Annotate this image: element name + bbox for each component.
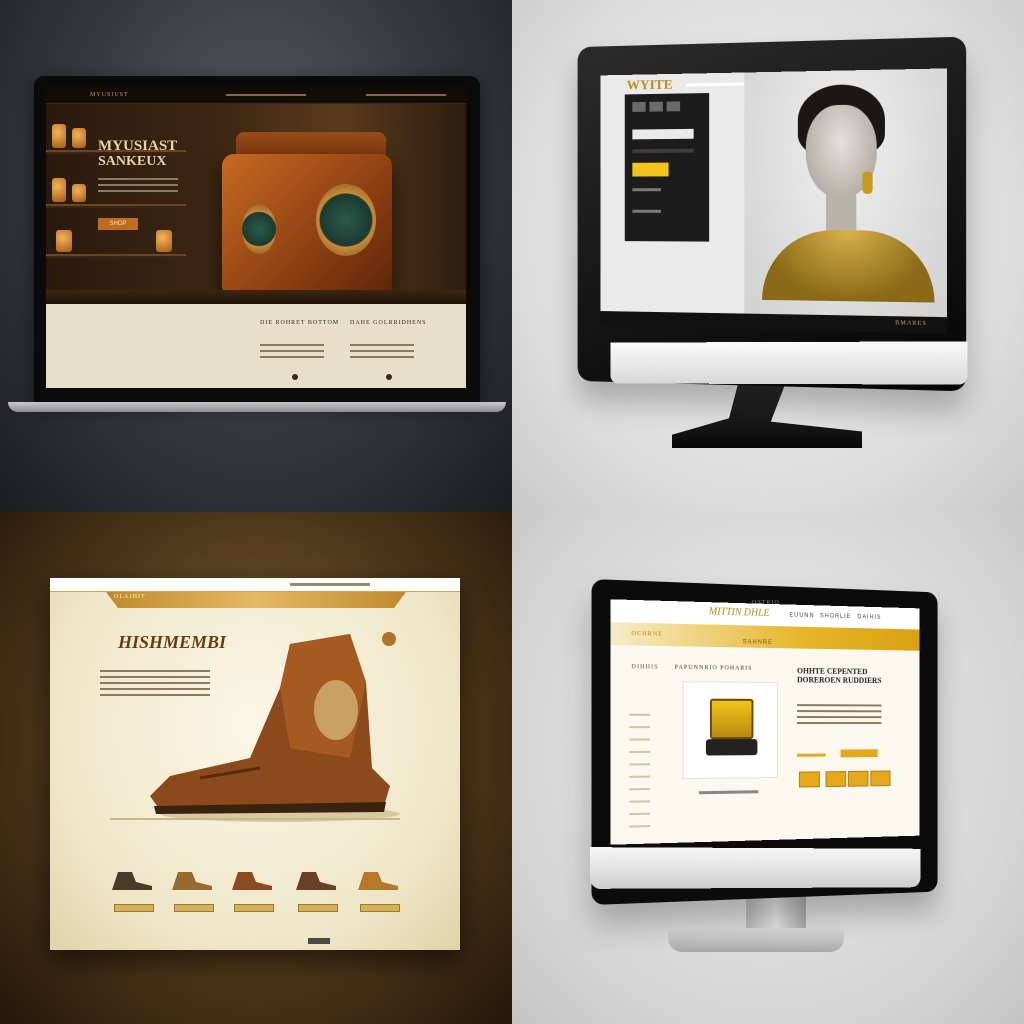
monitor-fashion-mockup: WYITE BMARES	[512, 0, 1024, 512]
option-button[interactable]	[848, 771, 868, 787]
panel-divider	[632, 149, 693, 153]
detail-title: OHHTE CEPENTED DOREROEN RUDDIERS	[797, 666, 909, 685]
browser-top-bar	[50, 578, 460, 592]
footer-brand[interactable]: BMARES	[895, 320, 927, 327]
product-image-card[interactable]	[683, 681, 778, 779]
category-list[interactable]	[629, 703, 650, 827]
shelf	[46, 204, 186, 208]
price-tag[interactable]	[114, 904, 154, 912]
banner-label: OLAJHIT	[114, 594, 146, 600]
option-button[interactable]	[870, 771, 890, 787]
jar-decoration	[156, 230, 172, 252]
wood-table	[46, 290, 466, 304]
monitor-foot	[668, 928, 844, 952]
laptop-base	[8, 402, 506, 412]
jar-decoration	[52, 124, 66, 148]
monitor-screen: MITTIN DHLE EUUNN SHORLIE DAIHIS OCHRNE …	[611, 599, 920, 844]
pagination-button[interactable]	[308, 938, 330, 944]
brand-name[interactable]: MITTIN DHLE	[709, 606, 770, 619]
add-to-cart-button[interactable]	[841, 749, 878, 757]
laptop-screen: MYUSIUST MYUSIAST SANKEUX SHOP DIE ROHRE…	[46, 86, 466, 388]
jar-decoration	[72, 128, 86, 148]
monitor-product-mockup: OSTRIO MITTIN DHLE EUUNN SHORLIE DAIHIS …	[512, 512, 1024, 1024]
price-line	[797, 754, 826, 757]
price-tag[interactable]	[360, 904, 400, 912]
hero-title-line1: MYUSIAST	[98, 138, 177, 154]
product-device-base	[706, 739, 757, 755]
info-col2-text	[350, 344, 414, 362]
tagline: OCHRNE	[631, 631, 663, 638]
product-device-screen	[710, 699, 754, 740]
option-button[interactable]	[799, 771, 820, 787]
top-nav-links[interactable]	[290, 583, 370, 586]
section-label: DIHHIS	[631, 664, 658, 671]
panel-input[interactable]	[632, 129, 693, 139]
gold-garment	[762, 230, 935, 303]
product-shoe-image[interactable]	[356, 868, 400, 892]
login-panel	[625, 93, 709, 242]
detail-title-line2: DOREROEN RUDDIERS	[797, 675, 909, 685]
sub-bar-label: SAHNRE	[743, 639, 773, 646]
monitor-chin	[611, 341, 968, 384]
product-title: PAPUNNRIO POHARIS	[675, 665, 753, 672]
info-dot-icon	[386, 374, 392, 380]
laptop-leather-store-mockup: MYUSIUST MYUSIAST SANKEUX SHOP DIE ROHRE…	[0, 0, 512, 512]
nav-links-right[interactable]	[366, 94, 446, 96]
model-portrait-image	[744, 68, 947, 333]
panel-text	[632, 188, 661, 191]
nav-item-2[interactable]: SHORLIE	[820, 613, 851, 620]
product-dots[interactable]	[699, 790, 758, 794]
decorative-banner	[106, 592, 406, 608]
jar-decoration	[52, 178, 66, 202]
hero-shop-button[interactable]: SHOP	[98, 218, 138, 230]
boot-hero-image	[140, 628, 400, 828]
panel-text	[632, 210, 661, 213]
monitor-screen: WYITE BMARES	[600, 68, 947, 333]
nav-item-1[interactable]: EUUNN	[789, 613, 814, 620]
info-col2-title: DAHE GOLRRIDHENS	[350, 320, 427, 326]
panel-tab[interactable]	[632, 102, 645, 112]
brand-logo[interactable]: MYUSIUST	[90, 92, 129, 98]
product-info-section: DIE ROHRET BOTTOM DAHE GOLRRIDHENS	[46, 304, 466, 388]
website-page: OLAJHIT HISHMEMBI	[50, 578, 460, 950]
price-tag[interactable]	[174, 904, 214, 912]
hero-description	[98, 178, 178, 196]
info-dot-icon	[292, 374, 298, 380]
shelf	[46, 254, 186, 258]
jar-decoration	[72, 184, 86, 202]
earring-detail	[862, 172, 872, 194]
panel-tab[interactable]	[649, 102, 662, 112]
option-button[interactable]	[826, 771, 847, 787]
hero-title-line2: SANKEUX	[98, 154, 166, 170]
nav-links[interactable]	[226, 94, 306, 96]
bag-ornament	[242, 204, 276, 254]
panel-submit-button[interactable]	[632, 163, 668, 177]
product-shoe-image[interactable]	[170, 868, 214, 892]
jar-decoration	[56, 230, 72, 252]
bag-ornament	[316, 184, 376, 256]
monitor-chin	[590, 847, 920, 889]
hero-section: MYUSIAST SANKEUX SHOP	[46, 104, 466, 304]
panel-tab[interactable]	[667, 101, 680, 111]
product-shoe-image[interactable]	[294, 868, 338, 892]
info-col1-title: DIE ROHRET BOTTOM	[260, 320, 339, 326]
monitor-stand	[672, 382, 862, 448]
price-tag[interactable]	[298, 904, 338, 912]
detail-description	[797, 704, 881, 728]
price-tag[interactable]	[234, 904, 274, 912]
info-col1-text	[260, 344, 324, 362]
shoe-website-mockup: OLAJHIT HISHMEMBI	[0, 512, 512, 1024]
product-shoe-image[interactable]	[230, 868, 274, 892]
product-shoe-image[interactable]	[110, 868, 154, 892]
nav-item-3[interactable]: DAIHIS	[857, 614, 881, 620]
top-navigation: MYUSIUST	[46, 86, 466, 104]
site-logo[interactable]: WYITE	[627, 78, 673, 95]
section-divider	[110, 818, 400, 820]
